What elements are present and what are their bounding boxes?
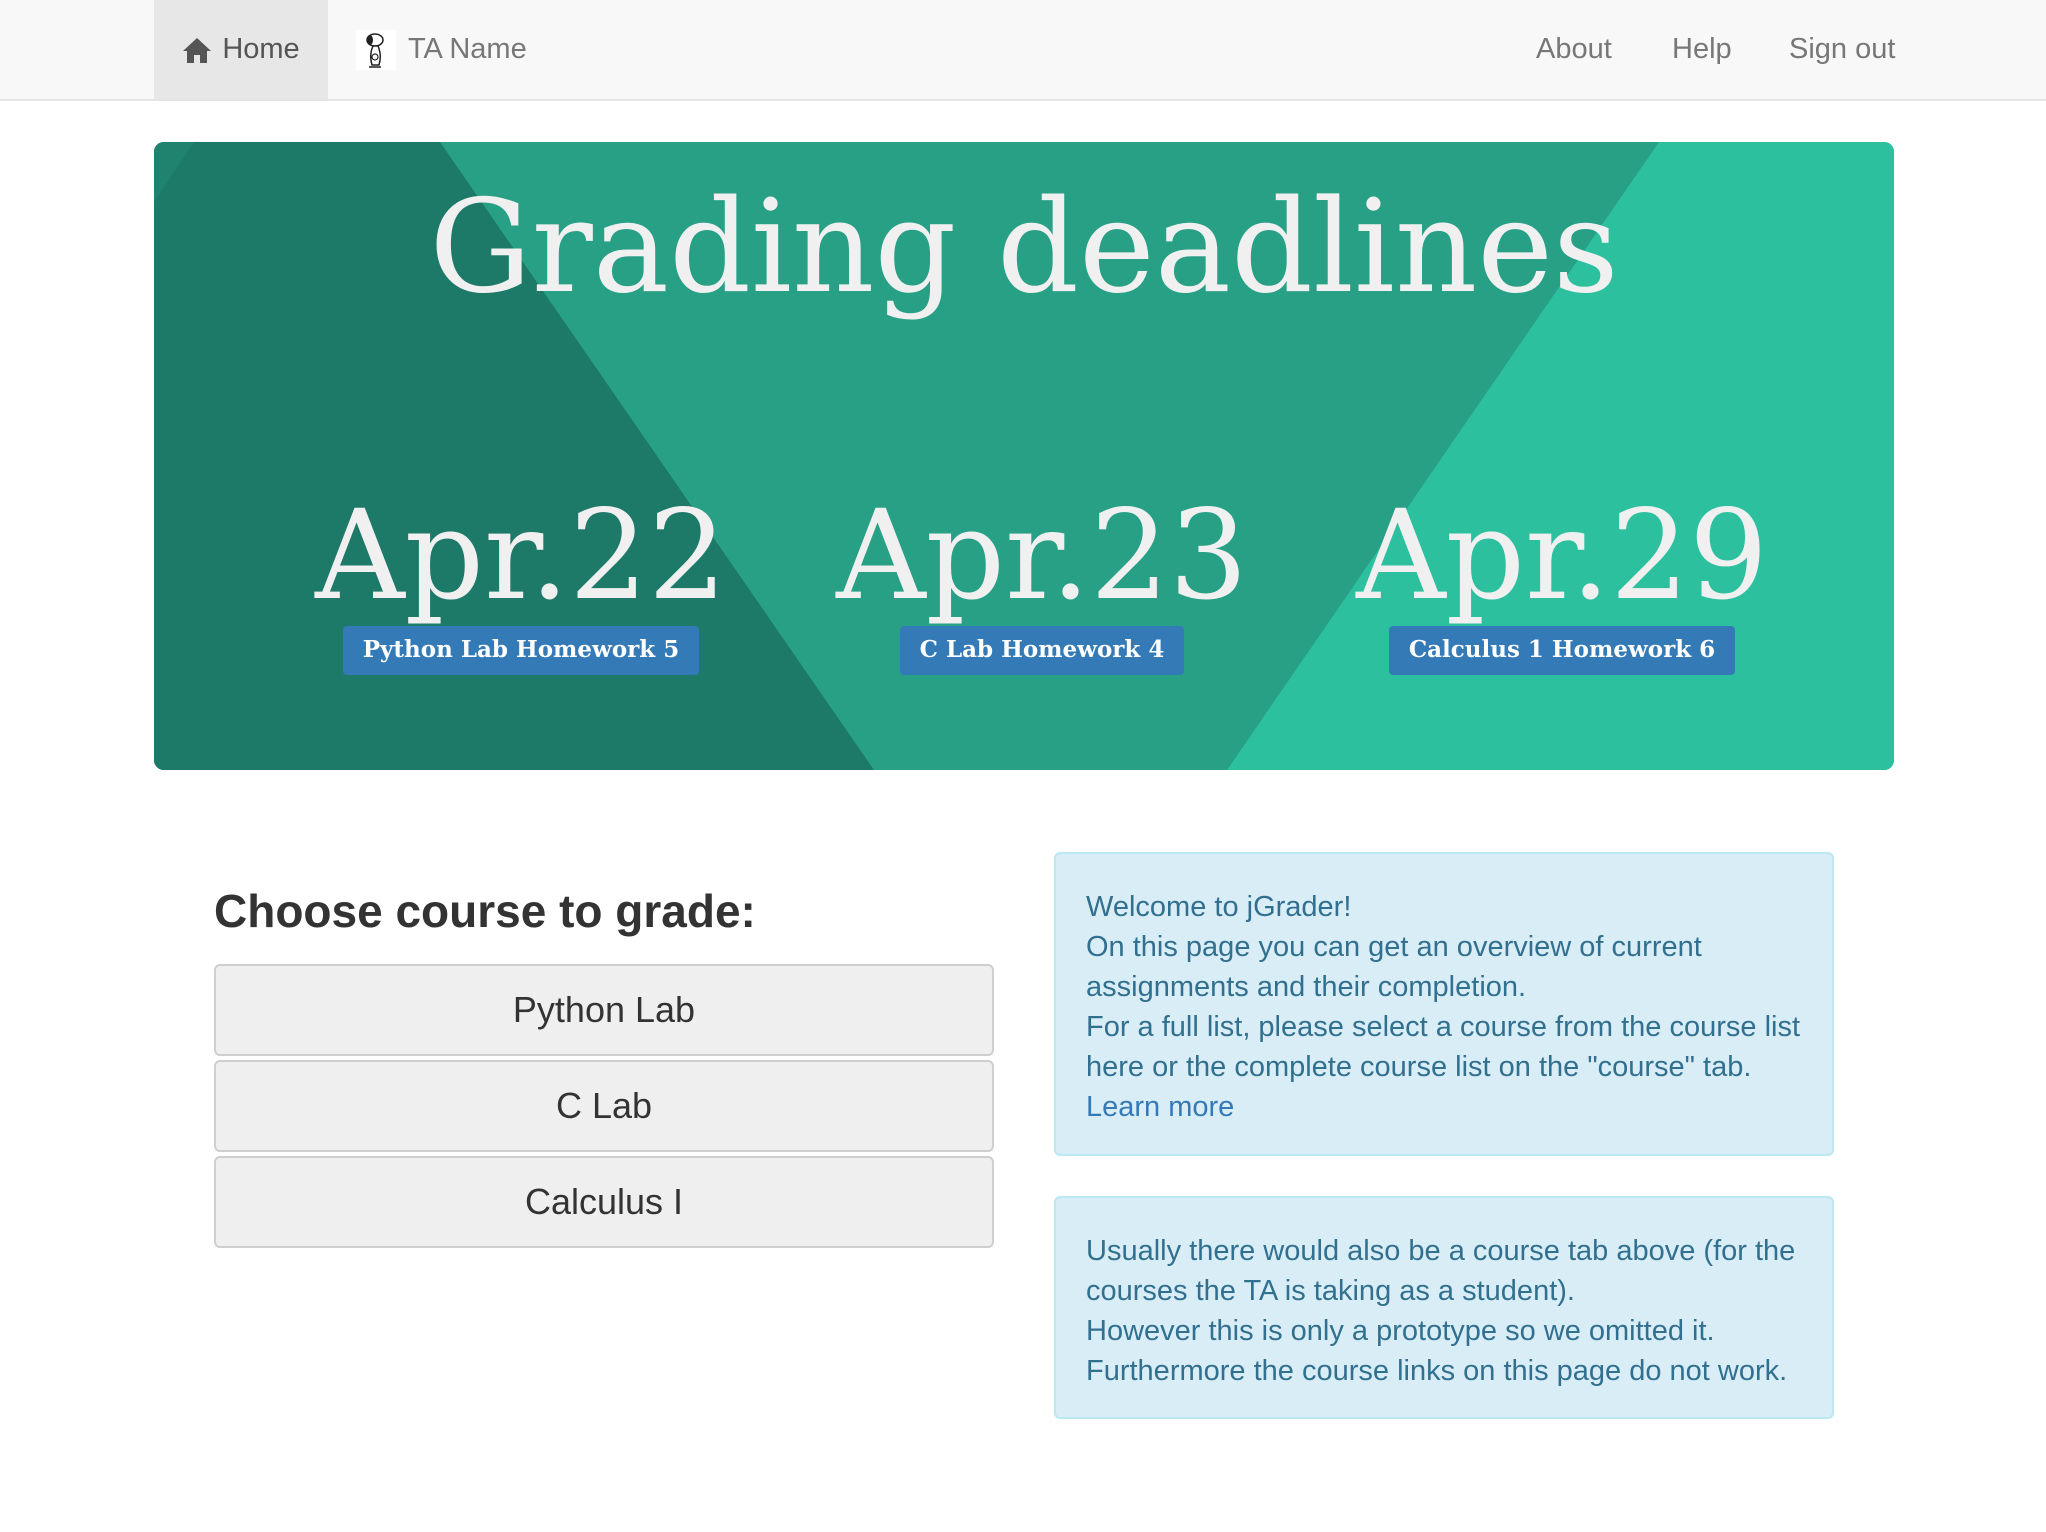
jumbotron-title: Grading deadlines — [429, 173, 1619, 322]
nav-about-link[interactable]: About — [1536, 0, 1612, 99]
assignment-label[interactable]: Python Lab Homework 5 — [342, 626, 700, 675]
avatar — [356, 29, 396, 70]
home-icon — [182, 36, 212, 64]
note-line: Usually there would also be a course tab… — [1086, 1235, 1796, 1307]
deadline-date: Apr.23 — [836, 484, 1248, 628]
course-button-python-lab[interactable]: Python Lab — [214, 964, 994, 1056]
note-line: Furthermore the course links on this pag… — [1086, 1355, 1788, 1387]
assignment-label[interactable]: C Lab Homework 4 — [899, 626, 1185, 675]
note-line: However this is only a prototype so we o… — [1086, 1315, 1715, 1347]
top-navbar: Home TA Name About Help Sign out — [0, 0, 2046, 101]
welcome-line: Welcome to jGrader! — [1086, 891, 1352, 923]
course-button-calculus[interactable]: Calculus I — [214, 1156, 994, 1248]
nav-home-link[interactable]: Home — [154, 0, 328, 99]
deadline-date: Apr.22 — [315, 484, 727, 628]
assignment-label[interactable]: Calculus 1 Homework 6 — [1388, 626, 1736, 675]
welcome-line: For a full list, please select a course … — [1086, 1011, 1801, 1083]
deadline-item: Apr.29 Calculus 1 Homework 6 — [1302, 494, 1822, 675]
welcome-info-box: Welcome to jGrader! On this page you can… — [1054, 852, 1834, 1156]
choose-course-heading: Choose course to grade: — [214, 885, 756, 937]
nav-user-link[interactable]: TA Name — [356, 0, 527, 99]
nav-help-link[interactable]: Help — [1672, 0, 1732, 99]
course-button-c-lab[interactable]: C Lab — [214, 1060, 994, 1152]
nav-signout-link[interactable]: Sign out — [1789, 0, 1895, 99]
deadline-date: Apr.29 — [1356, 484, 1768, 628]
nav-home-label: Home — [222, 33, 300, 65]
learn-more-link[interactable]: Learn more — [1086, 1091, 1234, 1123]
nav-user-label: TA Name — [408, 33, 527, 65]
welcome-line: On this page you can get an overview of … — [1086, 931, 1702, 1003]
deadline-item: Apr.23 C Lab Homework 4 — [782, 494, 1302, 675]
deadlines-jumbotron: Grading deadlines Apr.22 Python Lab Home… — [154, 142, 1894, 770]
prototype-note-box: Usually there would also be a course tab… — [1054, 1196, 1834, 1419]
deadline-item: Apr.22 Python Lab Homework 5 — [261, 494, 781, 675]
